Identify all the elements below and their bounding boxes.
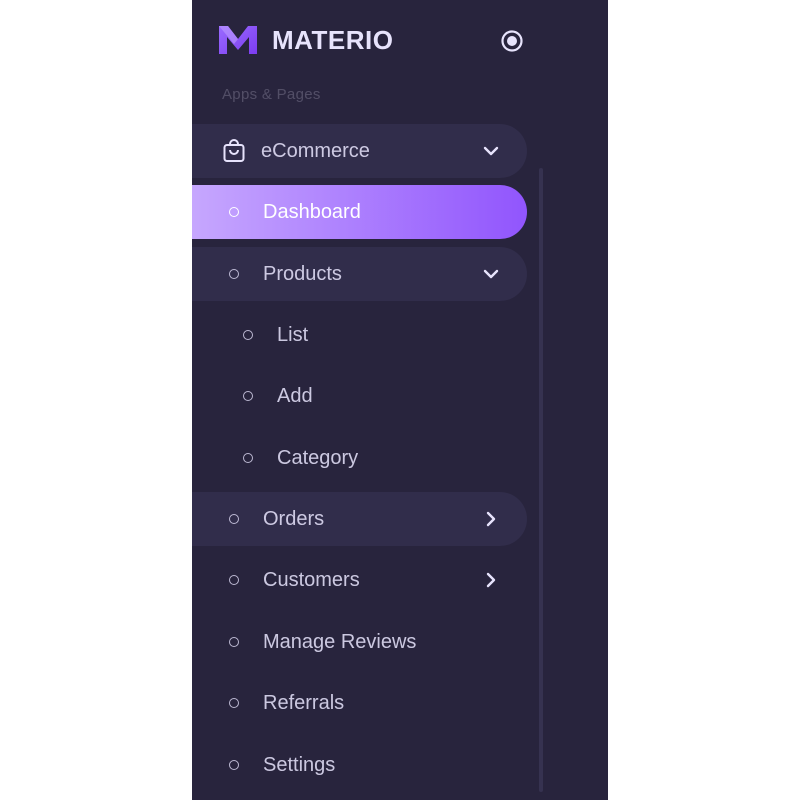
sidebar-item-label: Add xyxy=(277,384,313,407)
sidebar-item-manage-reviews[interactable]: Manage Reviews xyxy=(192,615,527,669)
sidebar-item-label: Category xyxy=(277,446,359,469)
sidebar-item-label: Orders xyxy=(263,507,325,530)
circle-bullet-icon xyxy=(229,514,239,524)
sidebar-item-label: Manage Reviews xyxy=(263,630,417,653)
sidebar-item-label: eCommerce xyxy=(261,139,370,162)
brand[interactable]: MATERIO xyxy=(218,22,393,58)
chevron-right-icon xyxy=(486,511,496,527)
circle-bullet-icon xyxy=(229,269,239,279)
sidebar-item-label: Dashboard xyxy=(263,200,361,223)
circle-bullet-icon xyxy=(229,637,239,647)
sidebar-item-label: Settings xyxy=(263,753,336,776)
brand-name: MATERIO xyxy=(272,24,394,55)
sidebar-item-dashboard[interactable]: Dashboard xyxy=(192,185,527,239)
sidebar-item-label: Products xyxy=(263,262,342,285)
sidebar-scrollbar[interactable] xyxy=(539,168,543,792)
sidebar-item-settings[interactable]: Settings xyxy=(192,738,527,792)
circle-bullet-icon xyxy=(229,698,239,708)
chevron-right-icon xyxy=(486,572,496,588)
sidebar-item-ecommerce[interactable]: eCommerce xyxy=(192,124,527,178)
chevron-down-icon xyxy=(483,146,499,156)
chevron-down-icon xyxy=(483,269,499,279)
sidebar-pin-toggle-icon[interactable] xyxy=(500,29,524,53)
circle-bullet-icon xyxy=(229,207,239,217)
sidebar-item-label: List xyxy=(277,323,309,346)
sidebar-item-category[interactable]: Category xyxy=(192,431,527,485)
sidebar-item-label: Customers xyxy=(263,568,360,591)
materio-logo-icon xyxy=(219,26,257,54)
circle-bullet-icon xyxy=(229,575,239,585)
circle-bullet-icon xyxy=(229,760,239,770)
sidebar-item-label: Referrals xyxy=(263,691,345,714)
sidebar-item-customers[interactable]: Customers xyxy=(192,553,527,607)
sidebar-item-referrals[interactable]: Referrals xyxy=(192,676,527,730)
sidebar-item-list[interactable]: List xyxy=(192,308,527,362)
circle-bullet-icon xyxy=(243,330,253,340)
circle-bullet-icon xyxy=(243,453,253,463)
sidebar-item-products[interactable]: Products xyxy=(192,247,527,301)
shopping-bag-icon xyxy=(223,139,245,162)
sidebar-item-orders[interactable]: Orders xyxy=(192,492,527,546)
sidebar-item-add[interactable]: Add xyxy=(192,369,527,423)
section-header: Apps & Pages xyxy=(222,86,321,103)
circle-bullet-icon xyxy=(243,391,253,401)
sidebar: MATERIO Apps & Pages eCommerce Dashboard… xyxy=(192,0,608,800)
